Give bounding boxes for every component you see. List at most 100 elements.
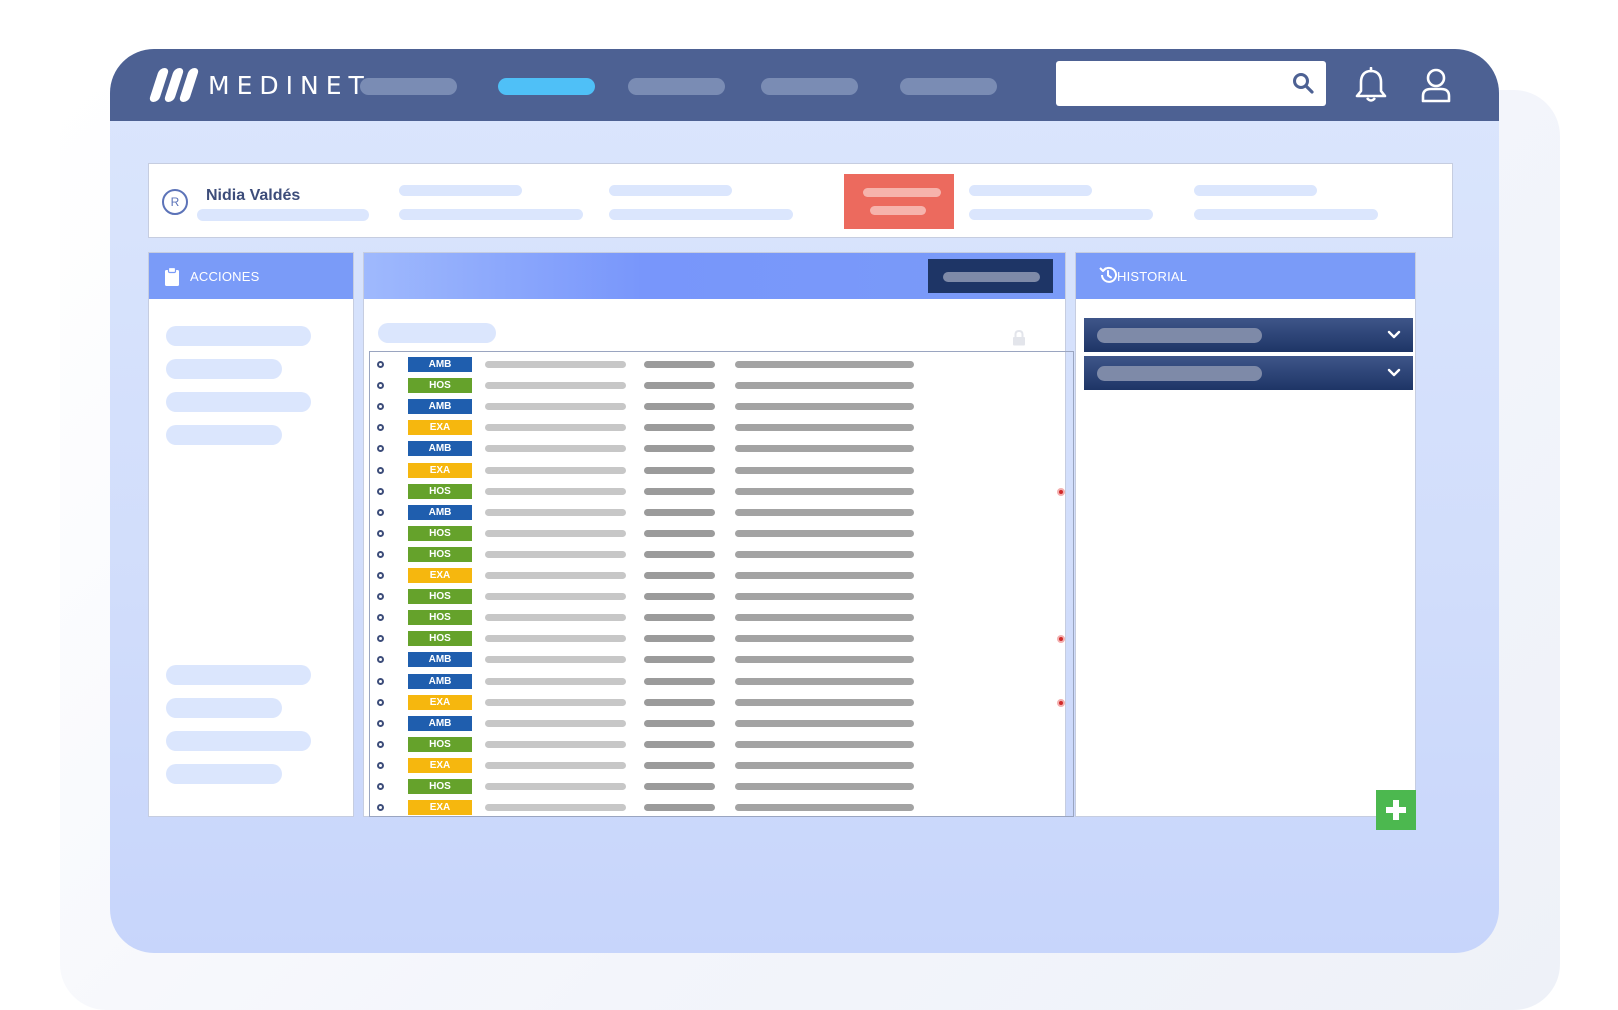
encounter-row[interactable]: EXA [370, 417, 1073, 438]
cell-placeholder [735, 719, 914, 727]
encounter-row[interactable]: AMB [370, 438, 1073, 459]
encounter-row[interactable]: HOS [370, 734, 1073, 755]
encounter-row[interactable]: EXA [370, 755, 1073, 776]
lock-icon [1013, 330, 1025, 346]
cell-placeholder [735, 529, 914, 537]
history-icon [1099, 266, 1117, 283]
history-title: HISTORIAL [1117, 269, 1188, 284]
encounter-row[interactable]: HOS [370, 586, 1073, 607]
cell-placeholder [485, 466, 626, 474]
encounter-type-badge: AMB [408, 715, 472, 731]
row-radio-icon[interactable] [377, 783, 384, 790]
history-accordion-item[interactable] [1084, 318, 1413, 352]
action-item[interactable] [166, 764, 282, 784]
encounter-type-badge: HOS [408, 610, 472, 626]
action-item[interactable] [166, 392, 311, 412]
encounter-type-badge: AMB [408, 357, 472, 372]
row-radio-icon[interactable] [377, 508, 384, 516]
encounter-row[interactable]: AMB [370, 649, 1073, 670]
row-radio-icon[interactable] [377, 487, 384, 495]
nav-item-5[interactable] [900, 78, 997, 95]
medinet-logo[interactable]: MEDINET [148, 67, 371, 103]
encounter-row[interactable]: EXA [370, 565, 1073, 586]
row-radio-icon[interactable] [377, 593, 384, 601]
encounter-type-badge: HOS [408, 546, 472, 562]
encounter-type-badge: HOS [408, 631, 472, 647]
row-radio-icon[interactable] [377, 635, 384, 643]
row-radio-icon[interactable] [377, 614, 384, 622]
row-radio-icon[interactable] [377, 445, 384, 453]
encounter-type-badge: AMB [408, 441, 472, 457]
action-item[interactable] [166, 425, 282, 445]
row-radio-icon[interactable] [377, 656, 384, 664]
nav-item-2-active[interactable] [498, 78, 595, 95]
encounter-row[interactable]: HOS [370, 628, 1073, 649]
encounter-type-badge: HOS [408, 525, 472, 541]
filter-placeholder[interactable] [378, 323, 496, 343]
history-panel-header: HISTORIAL [1076, 253, 1415, 299]
action-item[interactable] [166, 731, 311, 751]
top-navigation-bar: MEDINET [110, 49, 1499, 121]
row-radio-icon[interactable] [377, 740, 384, 748]
row-radio-icon[interactable] [377, 529, 384, 537]
search-icon[interactable] [1292, 72, 1314, 94]
encounter-row[interactable]: AMB [370, 354, 1073, 375]
row-radio-icon[interactable] [377, 424, 384, 432]
encounter-row[interactable]: HOS [370, 375, 1073, 396]
patient-badge: R [162, 189, 188, 215]
encounter-row[interactable]: HOS [370, 776, 1073, 797]
action-item[interactable] [166, 359, 282, 379]
cell-placeholder [735, 424, 914, 432]
alert-badge[interactable] [844, 174, 954, 229]
row-radio-icon[interactable] [377, 804, 384, 812]
add-button[interactable] [1376, 790, 1416, 830]
cell-placeholder [735, 508, 914, 516]
action-item[interactable] [166, 326, 311, 346]
app-window: MEDINET R Nidia Valdés ACCIONES AMB HOS … [110, 49, 1499, 953]
alert-dot-icon[interactable] [1057, 698, 1065, 707]
encounter-type-badge: EXA [408, 420, 472, 436]
cell-placeholder [735, 550, 914, 558]
cell-placeholder [735, 656, 914, 664]
row-radio-icon[interactable] [377, 719, 384, 727]
nav-item-3[interactable] [628, 78, 725, 95]
encounter-row[interactable]: EXA [370, 460, 1073, 481]
row-radio-icon[interactable] [377, 382, 384, 390]
row-radio-icon[interactable] [377, 361, 384, 368]
encounter-row[interactable]: HOS [370, 523, 1073, 544]
action-item[interactable] [166, 665, 311, 685]
encounter-row[interactable]: AMB [370, 713, 1073, 734]
cell-placeholder [644, 508, 715, 516]
encounter-row[interactable]: EXA [370, 797, 1073, 818]
chevron-down-icon[interactable] [1387, 329, 1401, 341]
alert-dot-icon[interactable] [1057, 487, 1065, 496]
action-item[interactable] [166, 698, 282, 718]
row-radio-icon[interactable] [377, 761, 384, 769]
bell-icon[interactable] [1354, 67, 1388, 103]
search-input[interactable] [1056, 61, 1326, 106]
encounter-row[interactable]: AMB [370, 671, 1073, 692]
encounter-row[interactable]: AMB [370, 502, 1073, 523]
chevron-down-icon[interactable] [1387, 367, 1401, 379]
row-radio-icon[interactable] [377, 698, 384, 706]
header-action-button[interactable] [928, 259, 1053, 293]
encounter-row[interactable]: EXA [370, 692, 1073, 713]
cell-placeholder [735, 635, 914, 643]
row-radio-icon[interactable] [377, 550, 384, 558]
encounter-type-badge: EXA [408, 462, 472, 478]
nav-item-4[interactable] [761, 78, 858, 95]
history-accordion-item[interactable] [1084, 356, 1413, 390]
nav-item-1[interactable] [360, 78, 457, 95]
encounter-row[interactable]: HOS [370, 544, 1073, 565]
row-radio-icon[interactable] [377, 677, 384, 685]
encounter-row[interactable]: HOS [370, 481, 1073, 502]
info-label-placeholder [609, 185, 732, 196]
row-radio-icon[interactable] [377, 403, 384, 411]
encounter-row[interactable]: HOS [370, 607, 1073, 628]
row-radio-icon[interactable] [377, 466, 384, 474]
cell-placeholder [644, 698, 715, 706]
encounter-row[interactable]: AMB [370, 396, 1073, 417]
alert-dot-icon[interactable] [1057, 635, 1065, 644]
user-icon[interactable] [1420, 67, 1452, 103]
row-radio-icon[interactable] [377, 572, 384, 579]
